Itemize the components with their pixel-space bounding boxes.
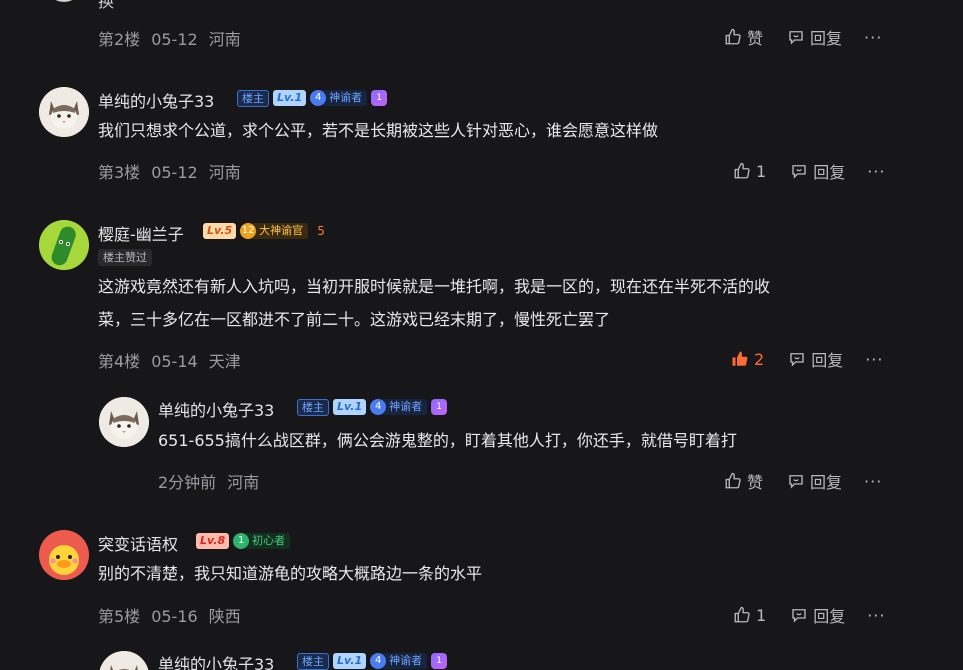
cat-avatar-icon: [99, 651, 149, 670]
medal-icon[interactable]: 1: [431, 653, 448, 669]
username[interactable]: 樱庭-幽兰子: [98, 221, 184, 245]
comment-icon: [792, 165, 806, 179]
owner-tag: 楼主: [297, 652, 329, 670]
floor-number: 第5楼: [98, 607, 141, 626]
comment-text: 菜，三十多亿在一区都进不了前二十。这游戏已经末期了，慢性死亡罢了: [98, 310, 611, 329]
comment-text: 651-655搞什么战区群，俩公会游鬼整的，盯着其他人打，你还手，就借号盯着打: [158, 431, 737, 450]
title-badge[interactable]: 4 神谕者: [370, 399, 428, 415]
like-button[interactable]: 2: [731, 350, 764, 369]
post-date: 05-14: [151, 352, 198, 371]
like-button[interactable]: 1: [733, 162, 766, 181]
level-badge: Lv.1: [333, 399, 367, 415]
username[interactable]: 单纯的小兔子33: [158, 397, 274, 421]
owner-tag: 楼主: [237, 89, 269, 107]
cat-avatar-icon: [39, 87, 89, 137]
user-badges: 楼主 Lv.1 4 神谕者 1: [297, 398, 448, 416]
username[interactable]: 单纯的小兔子33: [158, 651, 274, 670]
thumbs-up-icon: [734, 162, 750, 179]
cat-avatar-icon: [99, 397, 149, 447]
location: 河南: [208, 163, 241, 182]
more-options-button[interactable]: ···: [865, 350, 883, 369]
comment-actions: 1 回复 ···: [733, 159, 885, 183]
comment-icon: [789, 31, 803, 45]
location: 陕西: [208, 607, 241, 626]
comment-text-partial: 换: [98, 0, 115, 11]
thumbs-up-icon: [725, 472, 741, 489]
like-button[interactable]: 1: [733, 606, 766, 625]
comment-meta: 第3楼 05-12 河南: [98, 159, 252, 183]
post-date: 05-12: [151, 30, 198, 49]
owner-liked-tag: 楼主赞过: [98, 249, 152, 266]
username[interactable]: 突变话语权: [98, 531, 178, 555]
comment-meta: 第2楼 05-12 河南: [98, 26, 252, 50]
floor-number: 第3楼: [98, 163, 141, 182]
reply-button[interactable]: 回复: [790, 159, 845, 183]
comment-actions: 2 回复 ···: [731, 347, 883, 371]
like-count: 1: [756, 605, 767, 625]
post-time: 2分钟前: [158, 473, 217, 492]
more-options-button[interactable]: ···: [867, 162, 885, 181]
medal-icon[interactable]: 1: [371, 90, 388, 106]
comment-text: 别的不清楚，我只知道游龟的攻略大概路边一条的水平: [98, 564, 483, 583]
comment-icon: [789, 475, 803, 489]
user-badges: Lv.8 1 初心者: [196, 532, 291, 550]
medal-icon[interactable]: 1: [431, 399, 448, 415]
avatar[interactable]: [39, 87, 89, 137]
user-badges: 楼主 Lv.1 4 神谕者 1: [297, 652, 448, 670]
level-badge: Lv.5: [203, 223, 237, 239]
level-badge: Lv.1: [333, 653, 367, 669]
username[interactable]: 单纯的小兔子33: [98, 88, 214, 112]
thumbs-up-icon: [734, 606, 750, 623]
reply-button[interactable]: 回复: [787, 25, 842, 49]
title-badge[interactable]: 12 大神谕官: [240, 223, 309, 239]
cucumber-avatar-icon: [39, 220, 89, 270]
flame-medal-icon[interactable]: 5: [312, 223, 330, 239]
duck-avatar-icon: [39, 530, 89, 580]
avatar[interactable]: [99, 651, 149, 670]
user-badges: 楼主 Lv.1 4 神谕者 1: [237, 89, 388, 107]
comment-text: 我们只想求个公道，求个公平，若不是长期被这些人针对恶心，谁会愿意这样做: [98, 121, 659, 140]
reply-button[interactable]: 回复: [787, 469, 842, 493]
comment-actions: 赞 回复 ···: [724, 25, 882, 49]
post-date: 05-12: [151, 163, 198, 182]
title-badge[interactable]: 4 神谕者: [370, 653, 428, 669]
avatar[interactable]: [99, 397, 149, 447]
comment-actions: 1 回复 ···: [733, 603, 885, 627]
like-button[interactable]: 赞: [724, 469, 763, 493]
thumbs-up-icon: [725, 28, 741, 45]
like-count: 1: [756, 161, 767, 181]
location: 河南: [208, 30, 241, 49]
avatar[interactable]: [39, 530, 89, 580]
comment-icon: [792, 609, 806, 623]
avatar[interactable]: [39, 220, 89, 270]
more-options-button[interactable]: ···: [864, 472, 882, 491]
title-badge[interactable]: 4 神谕者: [310, 90, 368, 106]
post-date: 05-16: [151, 607, 198, 626]
user-badges: Lv.5 12 大神谕官 5: [203, 222, 330, 240]
location: 天津: [208, 352, 241, 371]
location: 河南: [227, 473, 260, 492]
comment-text: 这游戏竟然还有新人入坑吗，当初开服时候就是一堆托啊，我是一区的，现在还在半死不活…: [98, 277, 771, 296]
like-button[interactable]: 赞: [724, 25, 763, 49]
comment-meta: 2分钟前 河南: [158, 469, 270, 493]
reply-button[interactable]: 回复: [790, 603, 845, 627]
comment-icon: [790, 353, 804, 367]
floor-number: 第2楼: [98, 30, 141, 49]
comment-actions: 赞 回复 ···: [724, 469, 882, 493]
thumbs-up-filled-icon: [732, 351, 748, 366]
reply-button[interactable]: 回复: [788, 347, 843, 371]
owner-tag: 楼主: [297, 398, 329, 416]
comment-meta: 第4楼 05-14 天津: [98, 348, 252, 372]
like-count: 2: [754, 349, 765, 369]
more-options-button[interactable]: ···: [864, 28, 882, 47]
more-options-button[interactable]: ···: [867, 606, 885, 625]
level-badge: Lv.8: [196, 533, 230, 549]
title-badge[interactable]: 1 初心者: [233, 533, 291, 549]
floor-number: 第4楼: [98, 352, 141, 371]
avatar[interactable]: [46, 0, 82, 2]
comment-meta: 第5楼 05-16 陕西: [98, 603, 252, 627]
level-badge: Lv.1: [273, 90, 307, 106]
